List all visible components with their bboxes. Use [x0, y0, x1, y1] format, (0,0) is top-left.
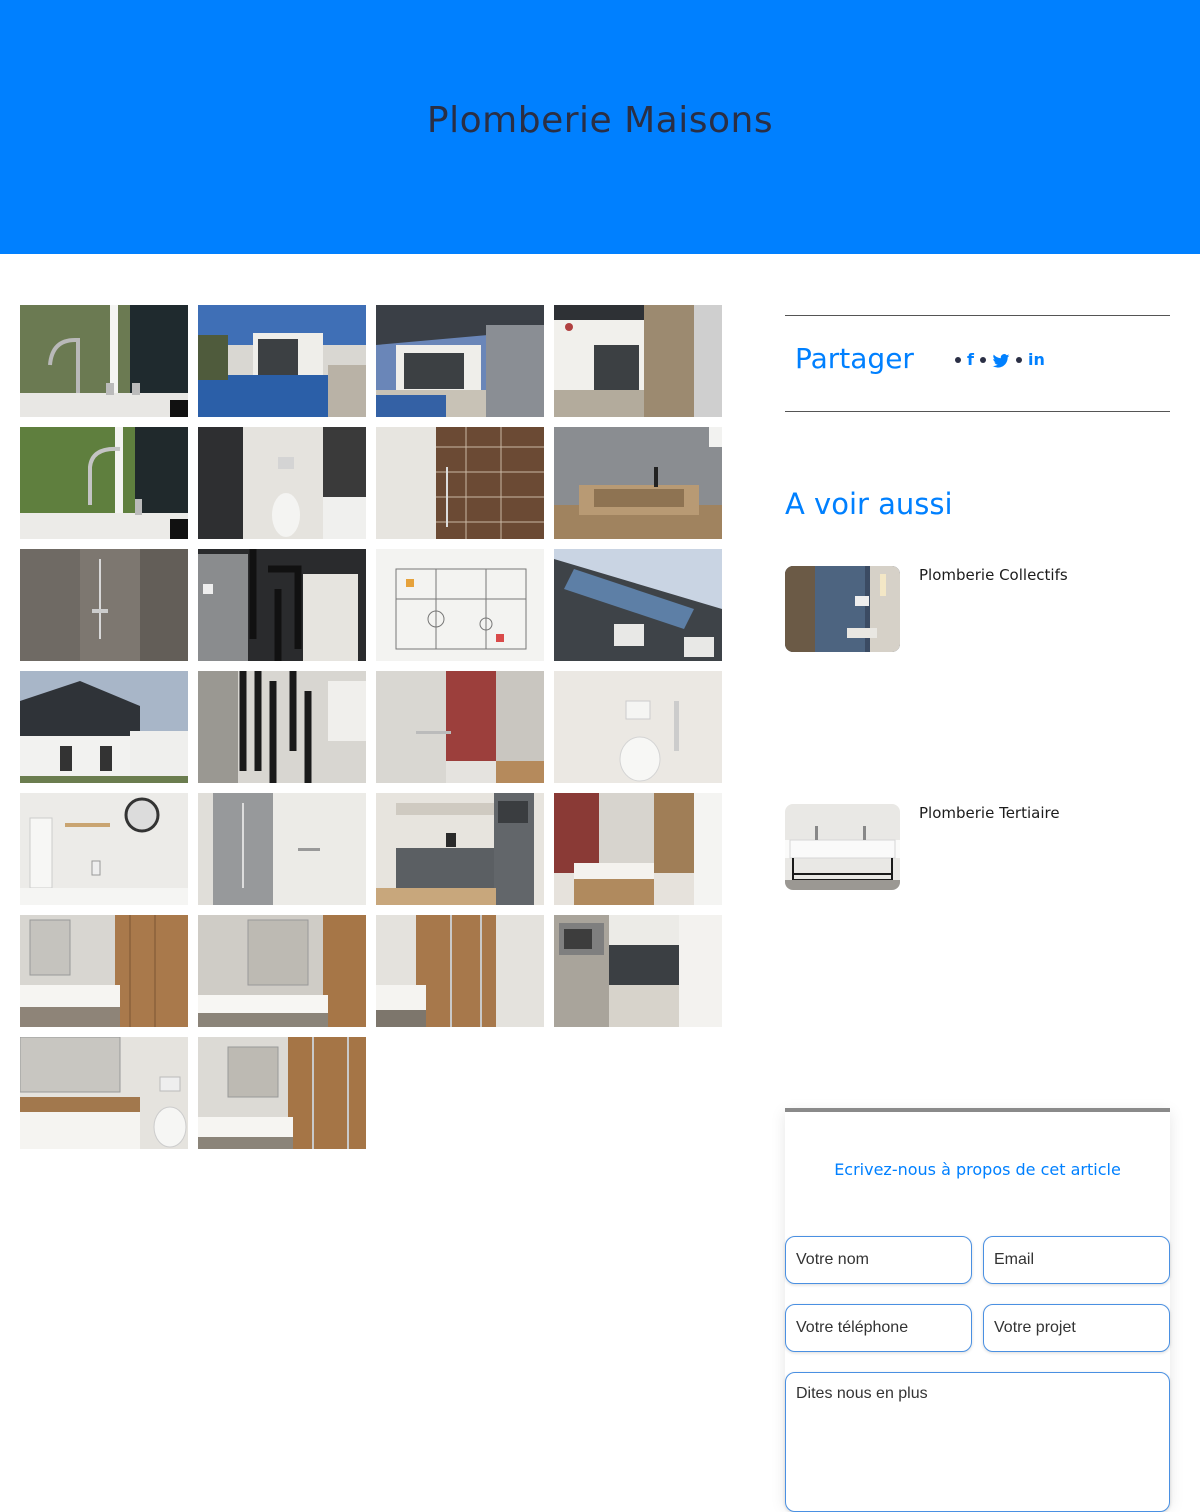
linkedin-icon[interactable]: in — [1028, 350, 1045, 369]
facebook-icon[interactable]: f — [967, 350, 974, 369]
gallery-photo[interactable] — [20, 793, 188, 905]
page-header: Plomberie Maisons — [0, 0, 1200, 254]
separator-dot — [1015, 356, 1022, 363]
gallery-photo[interactable] — [198, 671, 366, 783]
separator-dot — [955, 356, 961, 363]
share-title: Partager — [795, 342, 914, 375]
gallery-photo[interactable] — [20, 915, 188, 1027]
related-article[interactable]: Plomberie Collectifs — [785, 566, 1170, 656]
page-title: Plomberie Maisons — [426, 100, 774, 141]
contact-form: Ecrivez-nous à propos de cet article — [785, 1108, 1170, 1512]
gallery-photo[interactable] — [376, 793, 544, 905]
gallery-photo[interactable] — [554, 915, 722, 1027]
message-field[interactable] — [785, 1372, 1170, 1512]
separator-dot — [979, 356, 986, 363]
gallery-photo[interactable] — [554, 793, 722, 905]
gallery-photo[interactable] — [554, 305, 722, 417]
gallery-photo[interactable] — [554, 549, 722, 661]
gallery-photo[interactable] — [20, 427, 188, 539]
share-bar: Partager f in — [785, 315, 1170, 412]
email-field[interactable] — [983, 1236, 1170, 1284]
gallery-photo[interactable] — [376, 671, 544, 783]
gallery-photo[interactable] — [554, 671, 722, 783]
share-icons: f in — [955, 350, 1045, 369]
gallery-photo[interactable] — [198, 1037, 366, 1149]
gallery-photo[interactable] — [376, 427, 544, 539]
gallery-photo[interactable] — [554, 427, 722, 539]
gallery-photo[interactable] — [198, 549, 366, 661]
gallery-photo[interactable] — [20, 305, 188, 417]
gallery-photo[interactable] — [376, 305, 544, 417]
related-thumbnail[interactable] — [785, 566, 900, 652]
phone-field[interactable] — [785, 1304, 972, 1352]
see-also-title: A voir aussi — [785, 487, 953, 521]
gallery-photo[interactable] — [198, 793, 366, 905]
twitter-icon[interactable] — [992, 353, 1010, 368]
gallery-photo[interactable] — [376, 549, 544, 661]
gallery-photo[interactable] — [376, 915, 544, 1027]
project-field[interactable] — [983, 1304, 1170, 1352]
related-article[interactable]: Plomberie Tertiaire — [785, 804, 1170, 894]
contact-form-title: Ecrivez-nous à propos de cet article — [834, 1160, 1121, 1179]
related-title[interactable]: Plomberie Collectifs — [919, 566, 1068, 584]
gallery-photo[interactable] — [198, 915, 366, 1027]
related-thumbnail[interactable] — [785, 804, 900, 890]
gallery-photo[interactable] — [20, 549, 188, 661]
gallery-photo[interactable] — [20, 671, 188, 783]
gallery-photo[interactable] — [198, 427, 366, 539]
gallery-photo[interactable] — [20, 1037, 188, 1149]
gallery-photo[interactable] — [198, 305, 366, 417]
related-title[interactable]: Plomberie Tertiaire — [919, 804, 1060, 822]
name-field[interactable] — [785, 1236, 972, 1284]
